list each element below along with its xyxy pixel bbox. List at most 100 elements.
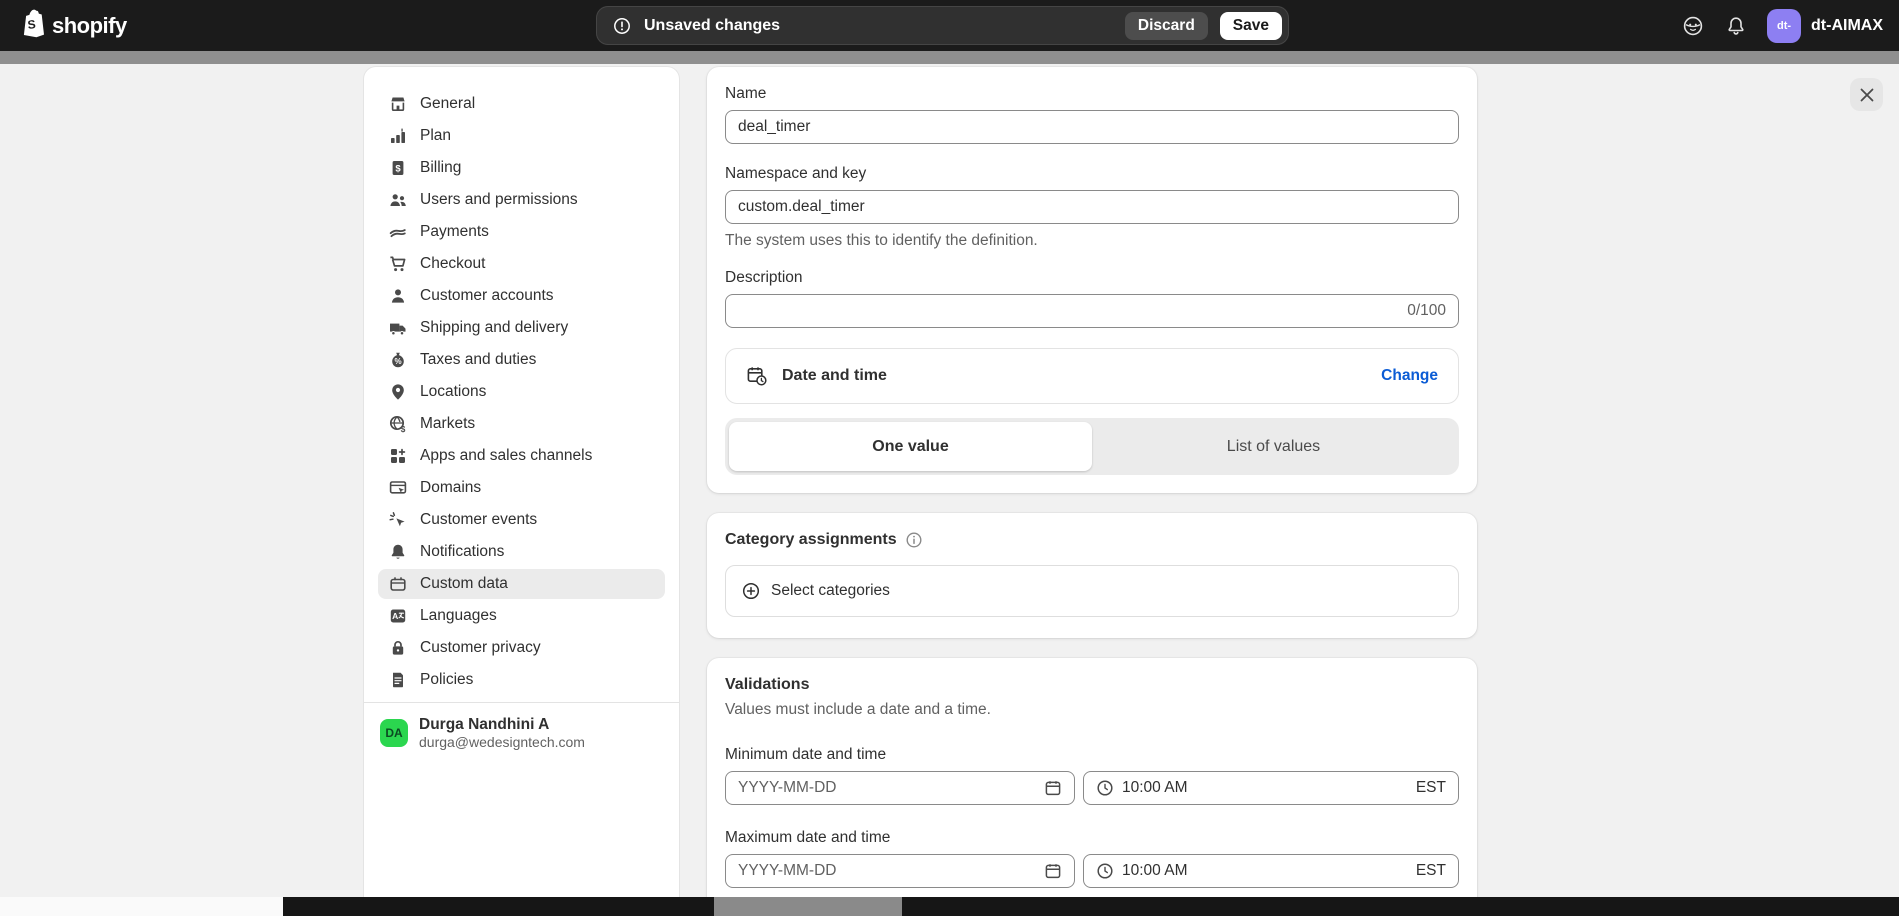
validations-title: Validations [725, 676, 809, 694]
minimum-time-input[interactable] [1122, 773, 1408, 803]
alert-circle-icon [612, 16, 632, 36]
domains-icon [388, 478, 408, 498]
shopify-logo: S shopify [18, 0, 127, 51]
validations-subtitle: Values must include a date and a time. [725, 701, 1459, 719]
name-label: Name [725, 85, 1459, 103]
store-menu[interactable]: dt- dt-AIMAX [1767, 9, 1883, 43]
maximum-date-field [725, 854, 1075, 888]
sidekick-icon[interactable] [1681, 14, 1705, 38]
unsaved-changes-text: Unsaved changes [644, 17, 1113, 35]
tab-one-value[interactable]: One value [729, 422, 1092, 471]
calendar-icon[interactable] [1044, 862, 1062, 880]
change-type-link[interactable]: Change [1381, 367, 1438, 385]
cardinality-segmented-control: One value List of values [725, 418, 1459, 475]
description-char-counter: 0/100 [1407, 302, 1446, 320]
sidebar-item-languages[interactable]: A Languages [378, 601, 665, 631]
person-icon [388, 286, 408, 306]
user-avatar: DA [380, 719, 408, 747]
select-categories-button[interactable]: Select categories [725, 565, 1459, 617]
maximum-time-input[interactable] [1122, 856, 1408, 886]
sidebar-item-taxes-and-duties[interactable]: % Taxes and duties [378, 345, 665, 375]
info-icon[interactable] [905, 531, 923, 549]
sidebar-item-label: Markets [420, 415, 475, 433]
sidebar-item-domains[interactable]: Domains [378, 473, 665, 503]
minimum-time-field: EST [1083, 771, 1459, 805]
sidebar-item-policies[interactable]: Policies [378, 665, 665, 695]
apps-grid-icon [388, 446, 408, 466]
sidebar-item-markets[interactable]: $ Markets [378, 409, 665, 439]
name-input[interactable] [725, 110, 1459, 144]
category-assignments-card: Category assignments [707, 513, 1477, 638]
minimum-timezone: EST [1416, 779, 1446, 797]
discard-button[interactable]: Discard [1125, 12, 1208, 40]
maximum-timezone: EST [1416, 862, 1446, 880]
topbar-right: dt- dt-AIMAX [1681, 0, 1899, 51]
sidebar-item-label: Taxes and duties [420, 351, 536, 369]
svg-text:$: $ [401, 424, 406, 434]
sidebar-item-label: Billing [420, 159, 461, 177]
sidebar-item-shipping-and-delivery[interactable]: Shipping and delivery [378, 313, 665, 343]
minimum-date-input[interactable] [738, 773, 1036, 803]
sidebar-item-label: Customer events [420, 511, 537, 529]
sidebar-item-customer-accounts[interactable]: Customer accounts [378, 281, 665, 311]
namespace-input[interactable] [725, 190, 1459, 224]
billing-receipt-icon: $ [388, 158, 408, 178]
svg-text:S: S [27, 17, 37, 32]
minimum-datetime-row: EST [725, 771, 1459, 805]
settings-content: General Plan [0, 64, 1899, 897]
maximum-date-input[interactable] [738, 856, 1036, 886]
user-email: durga@wedesigntech.com [419, 734, 585, 752]
save-button[interactable]: Save [1220, 12, 1282, 40]
description-input[interactable] [738, 296, 1399, 326]
sidebar-item-custom-data[interactable]: Custom data [378, 569, 665, 599]
content-type-row: Date and time Change [725, 348, 1459, 404]
sidebar-item-label: Payments [420, 223, 489, 241]
category-assignments-title: Category assignments [725, 531, 897, 549]
sidebar-item-label: Notifications [420, 543, 504, 561]
dimmed-bottom-bar [0, 897, 1899, 916]
sidebar-item-payments[interactable]: Payments [378, 217, 665, 247]
shopify-bag-icon: S [18, 8, 45, 43]
sidebar-item-label: Customer accounts [420, 287, 554, 305]
markets-globe-icon: $ [388, 414, 408, 434]
sidebar-item-billing[interactable]: $ Billing [378, 153, 665, 183]
close-icon[interactable] [1850, 78, 1883, 111]
user-name: Durga Nandhini A [419, 715, 585, 734]
sidebar-item-customer-events[interactable]: Customer events [378, 505, 665, 535]
bottom-bar-gray-segment [714, 897, 902, 916]
sidebar-item-customer-privacy[interactable]: Customer privacy [378, 633, 665, 663]
sidebar-item-label: Shipping and delivery [420, 319, 568, 337]
definition-card: Name Namespace and key The system uses t… [707, 67, 1477, 493]
description-field: 0/100 [725, 294, 1459, 328]
tab-list-of-values[interactable]: List of values [1092, 422, 1455, 471]
content-type-label: Date and time [782, 367, 887, 385]
sidebar-item-locations[interactable]: Locations [378, 377, 665, 407]
svg-text:A: A [392, 611, 398, 621]
sidebar-item-general[interactable]: General [378, 89, 665, 119]
validations-card: Validations Values must include a date a… [707, 658, 1477, 914]
sidebar-item-plan[interactable]: Plan [378, 121, 665, 151]
user-account[interactable]: DA Durga Nandhini A durga@wedesigntech.c… [364, 703, 679, 764]
maximum-datetime-label: Maximum date and time [725, 829, 1459, 847]
dimmed-background-strip [0, 51, 1899, 64]
sidebar-item-notifications[interactable]: Notifications [378, 537, 665, 567]
maximum-datetime-row: EST [725, 854, 1459, 888]
users-icon [388, 190, 408, 210]
notification-bell-icon [388, 542, 408, 562]
description-label: Description [725, 269, 1459, 287]
sidebar-item-apps-and-sales-channels[interactable]: Apps and sales channels [378, 441, 665, 471]
languages-icon: A [388, 606, 408, 626]
sidebar-item-users-and-permissions[interactable]: Users and permissions [378, 185, 665, 215]
sidebar-item-label: Plan [420, 127, 451, 145]
sidebar-item-checkout[interactable]: Checkout [378, 249, 665, 279]
calendar-clock-icon [746, 365, 768, 387]
plan-chart-icon [388, 126, 408, 146]
calendar-icon[interactable] [1044, 779, 1062, 797]
payments-icon [388, 222, 408, 242]
truck-icon [388, 318, 408, 338]
settings-sidebar: General Plan [364, 67, 679, 897]
bell-icon[interactable] [1725, 15, 1747, 37]
unsaved-changes-banner: Unsaved changes Discard Save [596, 6, 1289, 45]
lock-icon [388, 638, 408, 658]
sidebar-item-label: Domains [420, 479, 481, 497]
